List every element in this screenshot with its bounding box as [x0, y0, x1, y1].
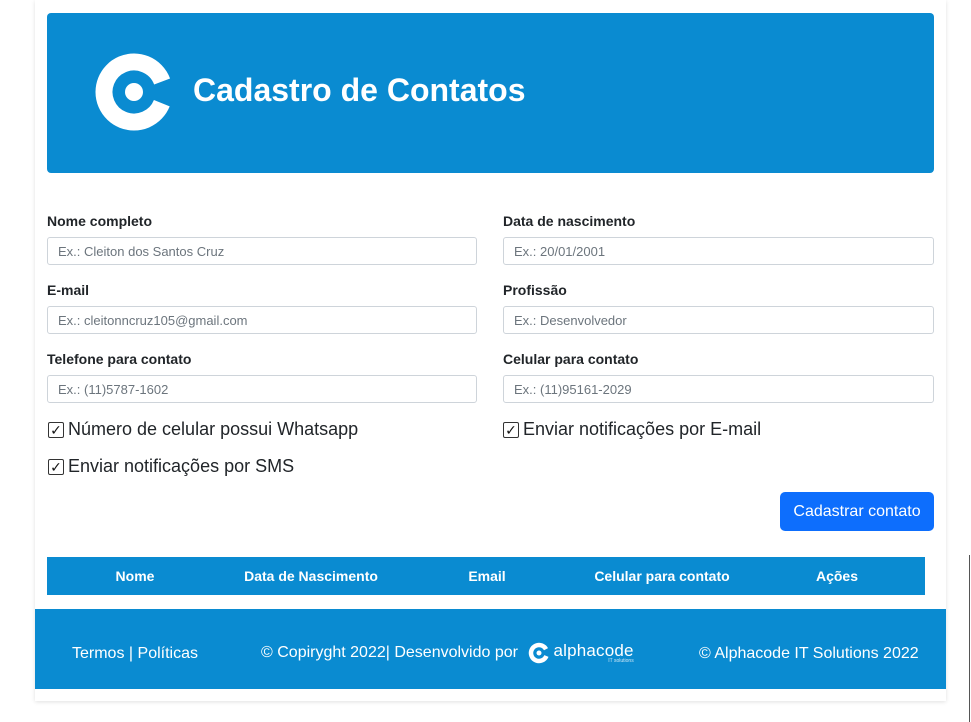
brand-name: alphacode — [553, 641, 634, 660]
column-header-celular[interactable]: Celular para contato — [594, 557, 729, 595]
checkmark-icon[interactable]: ✓ — [48, 458, 64, 475]
column-header-email[interactable]: Email — [468, 557, 505, 595]
footer-copyright: © Copiryght 2022| Desenvolvido por alpha… — [261, 642, 634, 664]
profissao-label: Profissão — [503, 282, 567, 298]
checkmark-icon[interactable]: ✓ — [503, 421, 519, 438]
celular-label: Celular para contato — [503, 351, 639, 367]
whatsapp-checkbox[interactable]: ✓ Número de celular possui Whatsapp — [48, 419, 358, 440]
brand-subtitle: IT solutions — [608, 658, 634, 664]
column-header-nome[interactable]: Nome — [116, 557, 155, 595]
politicas-link[interactable]: Políticas — [138, 645, 198, 662]
nascimento-label: Data de nascimento — [503, 213, 636, 229]
nascimento-input[interactable] — [503, 237, 934, 265]
telefone-input[interactable] — [47, 375, 477, 403]
column-header-nascimento[interactable]: Data de Nascimento — [244, 557, 378, 595]
email-input[interactable] — [47, 306, 477, 334]
checkmark-icon[interactable]: ✓ — [48, 421, 64, 438]
page-footer: Termos | Políticas © Copiryght 2022| Des… — [35, 609, 946, 689]
cadastrar-contato-button[interactable]: Cadastrar contato — [780, 492, 934, 531]
telefone-label: Telefone para contato — [47, 351, 192, 367]
footer-separator: | — [128, 645, 134, 662]
profissao-input[interactable] — [503, 306, 934, 334]
nome-input[interactable] — [47, 237, 477, 265]
alphacode-brand: alphacode IT solutions — [528, 641, 634, 664]
nome-label: Nome completo — [47, 213, 153, 229]
footer-links: Termos | Políticas — [72, 645, 198, 663]
contacts-table-header: Nome Data de Nascimento Email Celular pa… — [47, 557, 925, 595]
alphacode-logo-icon — [95, 53, 173, 131]
whatsapp-checkbox-label: Número de celular possui Whatsapp — [68, 419, 359, 439]
email-notification-label: Enviar notificações por E-mail — [523, 419, 762, 439]
copyright-text: © Copiryght 2022| Desenvolvido por — [261, 644, 518, 662]
celular-input[interactable] — [503, 375, 934, 403]
page-title: Cadastro de Contatos — [193, 72, 526, 108]
column-header-acoes[interactable]: Ações — [816, 557, 858, 595]
email-notification-checkbox[interactable]: ✓ Enviar notificações por E-mail — [503, 419, 761, 440]
scroll-edge — [969, 555, 970, 722]
sms-notification-label: Enviar notificações por SMS — [68, 456, 295, 476]
email-label: E-mail — [47, 282, 90, 298]
termos-link[interactable]: Termos — [72, 645, 124, 662]
alphacode-logo-icon — [529, 642, 550, 664]
sms-notification-checkbox[interactable]: ✓ Enviar notificações por SMS — [48, 456, 294, 477]
footer-company: © Alphacode IT Solutions 2022 — [699, 645, 919, 662]
